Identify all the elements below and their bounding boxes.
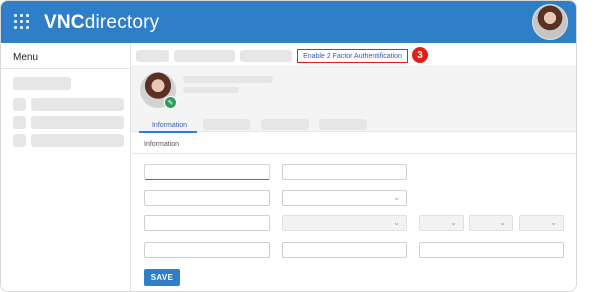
enable-2fa-link[interactable]: Enable 2 Factor Authentification	[297, 49, 408, 63]
sidebar: Menu	[1, 43, 131, 291]
section-divider	[131, 153, 576, 154]
select-field[interactable]: ⌄	[282, 190, 407, 206]
chevron-down-icon: ⌄	[393, 218, 400, 227]
text-field[interactable]	[144, 164, 270, 180]
text-field[interactable]	[282, 164, 407, 180]
sidebar-item-placeholder[interactable]	[13, 77, 71, 90]
chevron-down-icon: ⌄	[450, 218, 457, 227]
app-logo: VNCdirectory	[44, 12, 160, 33]
tab-placeholder[interactable]	[261, 119, 309, 130]
toolbar-button-placeholder[interactable]	[136, 50, 169, 62]
main-content: Enable 2 Factor Authentification 3 ✎ Inf…	[131, 43, 576, 291]
sidebar-item-placeholder[interactable]	[31, 134, 124, 147]
select-field-disabled[interactable]: ⌄	[282, 215, 407, 231]
select-field-year[interactable]: ⌄	[519, 215, 564, 231]
text-field[interactable]	[144, 190, 270, 206]
sidebar-icon-placeholder	[13, 134, 26, 147]
toolbar-button-placeholder[interactable]	[240, 50, 292, 62]
active-tab-indicator	[139, 131, 197, 133]
profile-header: ✎ Information	[131, 67, 576, 133]
select-field-month[interactable]: ⌄	[469, 215, 513, 231]
save-button[interactable]: SAVE	[144, 269, 180, 286]
top-bar: VNCdirectory	[1, 1, 576, 43]
text-field[interactable]	[144, 215, 270, 231]
apps-grid-icon[interactable]	[14, 14, 29, 29]
chevron-down-icon: ⌄	[393, 193, 400, 202]
toolbar: Enable 2 Factor Authentification 3	[131, 43, 576, 67]
user-avatar[interactable]	[532, 4, 568, 40]
section-title: Information	[144, 141, 180, 148]
step-badge: 3	[412, 47, 428, 63]
app-window: VNCdirectory Menu Enable 2 Factor Authen…	[0, 0, 577, 292]
chevron-down-icon: ⌄	[499, 218, 506, 227]
toolbar-button-placeholder[interactable]	[174, 50, 235, 62]
pencil-icon[interactable]: ✎	[164, 96, 177, 109]
text-field[interactable]	[282, 242, 407, 258]
select-field-day[interactable]: ⌄	[419, 215, 464, 231]
sidebar-divider	[1, 68, 131, 69]
profile-name-placeholder	[183, 76, 273, 83]
chevron-down-icon: ⌄	[550, 218, 557, 227]
sidebar-item-placeholder[interactable]	[31, 116, 124, 129]
sidebar-icon-placeholder	[13, 98, 26, 111]
tab-placeholder[interactable]	[319, 119, 367, 130]
text-field[interactable]	[144, 242, 270, 258]
sidebar-title: Menu	[13, 52, 39, 63]
tab-placeholder[interactable]	[203, 119, 250, 130]
profile-subtitle-placeholder	[183, 87, 239, 93]
sidebar-item-placeholder[interactable]	[31, 98, 124, 111]
sidebar-icon-placeholder	[13, 116, 26, 129]
text-field[interactable]	[419, 242, 564, 258]
